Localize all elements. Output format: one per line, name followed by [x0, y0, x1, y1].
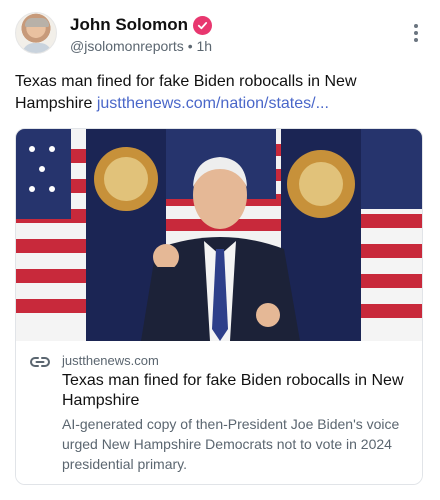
verified-badge-icon — [193, 15, 213, 35]
post-time[interactable]: 1h — [197, 38, 213, 54]
card-title[interactable]: Texas man fined for fake Biden robocalls… — [62, 371, 412, 411]
meta-separator: • — [187, 38, 193, 54]
preview-image[interactable] — [16, 129, 422, 341]
card-body: justthenews.com Texas man fined for fake… — [16, 341, 422, 484]
link-icon — [30, 355, 50, 369]
avatar[interactable] — [15, 12, 57, 54]
post-header: John Solomon @jsolomonreports • 1h — [15, 12, 425, 56]
social-post: John Solomon @jsolomonreports • 1h Texas… — [0, 0, 440, 500]
author-meta: @jsolomonreports • 1h — [70, 38, 212, 54]
card-description: AI-generated copy of then-President Joe … — [62, 416, 400, 472]
link-preview-card[interactable]: justthenews.com Texas man fined for fake… — [15, 128, 423, 485]
card-domain: justthenews.com — [62, 353, 159, 368]
author-name-row: John Solomon — [70, 15, 213, 35]
post-link[interactable]: justthenews.com/nation/states/... — [97, 95, 329, 112]
more-options-icon[interactable] — [413, 24, 419, 46]
author-name[interactable]: John Solomon — [70, 15, 188, 35]
post-text: Texas man fined for fake Biden robocalls… — [15, 71, 425, 115]
author-handle[interactable]: @jsolomonreports — [70, 38, 184, 54]
